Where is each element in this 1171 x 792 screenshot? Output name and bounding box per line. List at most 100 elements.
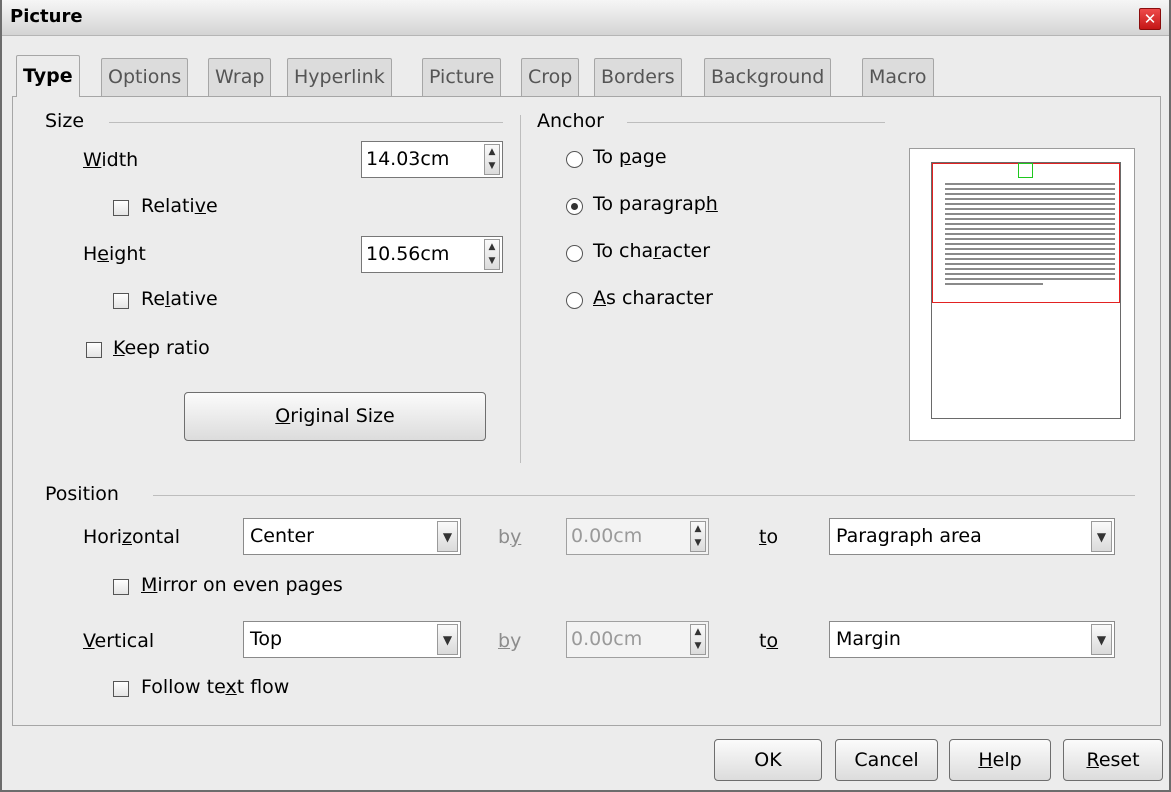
follow-text-flow-checkbox[interactable]	[113, 681, 129, 697]
spin-arrows-icon[interactable]: ▲ ▼	[484, 144, 500, 175]
horizontal-label: Horizontal	[83, 526, 181, 548]
vertical-label: Vertical	[83, 630, 155, 652]
horizontal-by-label: by	[498, 526, 522, 548]
anchor-as-character-label: As character	[593, 287, 713, 309]
preview-text-line	[945, 243, 1115, 245]
preview-text-line	[945, 278, 1115, 280]
height-relative-label: Relative	[141, 288, 218, 310]
anchor-divider	[627, 122, 885, 123]
chevron-down-icon[interactable]: ▼	[1091, 521, 1112, 552]
ok-button[interactable]: OK	[714, 739, 822, 781]
tab-picture[interactable]: Picture	[422, 58, 502, 96]
width-spinbox[interactable]: 14.03cm ▲ ▼	[361, 141, 503, 178]
vertical-by-spinbox[interactable]: 0.00cm ▲ ▼	[566, 621, 709, 658]
preview-text-line	[945, 283, 1043, 285]
preview-text-line	[945, 223, 1115, 225]
horizontal-dropdown[interactable]: Center ▼	[243, 518, 461, 555]
keep-ratio-checkbox[interactable]	[86, 342, 102, 358]
vertical-by-value: 0.00cm	[571, 628, 643, 650]
preview-text-line	[945, 198, 1115, 200]
preview-text-line	[945, 268, 1115, 270]
vertical-to-dropdown[interactable]: Margin ▼	[829, 621, 1115, 658]
preview-text-line	[945, 183, 1115, 185]
vertical-value: Top	[250, 628, 283, 650]
tab-crop[interactable]: Crop	[521, 58, 580, 96]
tab-background[interactable]: Background	[704, 58, 832, 96]
horizontal-value: Center	[250, 525, 314, 547]
position-divider	[153, 495, 1135, 496]
picture-dialog: Picture ✕ Type Options Wrap Hyperlink Pi…	[0, 0, 1171, 792]
tab-options[interactable]: Options	[101, 58, 189, 96]
preview-text-line	[945, 253, 1115, 255]
height-relative-checkbox[interactable]	[113, 293, 129, 309]
tab-macro[interactable]: Macro	[862, 58, 934, 96]
preview-text-line	[945, 208, 1115, 210]
close-icon[interactable]: ✕	[1139, 8, 1161, 30]
tab-borders[interactable]: Borders	[594, 58, 682, 96]
chevron-down-icon[interactable]: ▼	[437, 624, 458, 655]
horizontal-by-value: 0.00cm	[571, 525, 643, 547]
title-bar[interactable]: Picture ✕	[2, 0, 1169, 36]
spin-arrows-icon[interactable]: ▲ ▼	[690, 521, 706, 552]
preview-text-line	[945, 273, 1115, 275]
preview-text-line	[945, 258, 1115, 260]
mirror-label: Mirror on even pages	[141, 574, 343, 596]
horizontal-to-dropdown[interactable]: Paragraph area ▼	[829, 518, 1115, 555]
anchor-to-page-label: To page	[593, 146, 667, 168]
follow-text-flow-label: Follow text flow	[141, 676, 290, 698]
anchor-to-character-radio[interactable]	[566, 245, 583, 262]
size-anchor-separator	[520, 115, 521, 463]
tab-type[interactable]: Type	[16, 55, 80, 97]
preview-text-line	[945, 233, 1115, 235]
preview-text-line	[945, 193, 1115, 195]
spin-arrows-icon[interactable]: ▲ ▼	[690, 624, 706, 655]
anchor-section-title: Anchor	[537, 110, 604, 132]
preview-page	[931, 162, 1121, 419]
vertical-to-value: Margin	[836, 628, 901, 650]
vertical-by-label: by	[498, 630, 522, 652]
original-size-button[interactable]: Original Size	[184, 392, 486, 441]
preview-anchor-marker	[1018, 163, 1033, 178]
chevron-down-icon[interactable]: ▼	[1091, 624, 1112, 655]
anchor-as-character-radio[interactable]	[566, 292, 583, 309]
anchor-to-character-label: To character	[593, 240, 711, 262]
tab-wrap[interactable]: Wrap	[208, 58, 272, 96]
horizontal-to-value: Paragraph area	[836, 525, 982, 547]
cancel-button[interactable]: Cancel	[835, 739, 938, 781]
preview-text-line	[945, 203, 1115, 205]
dialog-title: Picture	[10, 6, 83, 27]
position-section-title: Position	[45, 483, 119, 505]
vertical-dropdown[interactable]: Top ▼	[243, 621, 461, 658]
type-tab-panel: Size Width 14.03cm ▲ ▼ Relative Height 10…	[12, 96, 1161, 726]
keep-ratio-label: Keep ratio	[113, 337, 210, 359]
preview-text-line	[945, 213, 1115, 215]
height-value: 10.56cm	[366, 243, 450, 265]
preview-text-line	[945, 228, 1115, 230]
anchor-to-paragraph-radio[interactable]	[566, 198, 583, 215]
size-section-title: Size	[45, 110, 85, 132]
horizontal-to-label: to	[759, 526, 779, 548]
help-button[interactable]: Help	[949, 739, 1051, 781]
preview-text-line	[945, 188, 1115, 190]
spin-arrows-icon[interactable]: ▲ ▼	[484, 239, 500, 270]
width-label: Width	[83, 149, 139, 171]
size-divider	[109, 122, 503, 123]
width-value: 14.03cm	[366, 148, 450, 170]
height-label: Height	[83, 243, 146, 265]
anchor-preview	[909, 148, 1135, 441]
chevron-down-icon[interactable]: ▼	[437, 521, 458, 552]
anchor-to-page-radio[interactable]	[566, 151, 583, 168]
anchor-to-paragraph-label: To paragraph	[593, 193, 718, 215]
tab-hyperlink[interactable]: Hyperlink	[287, 58, 392, 96]
width-relative-checkbox[interactable]	[113, 200, 129, 216]
horizontal-by-spinbox[interactable]: 0.00cm ▲ ▼	[566, 518, 709, 555]
width-relative-label: Relative	[141, 195, 218, 217]
preview-text-line	[945, 238, 1115, 240]
height-spinbox[interactable]: 10.56cm ▲ ▼	[361, 236, 503, 273]
reset-button[interactable]: Reset	[1063, 739, 1163, 781]
mirror-checkbox[interactable]	[113, 579, 129, 595]
preview-text-line	[945, 218, 1115, 220]
preview-text-line	[945, 248, 1115, 250]
preview-text-line	[945, 263, 1115, 265]
vertical-to-label: to	[759, 630, 779, 652]
